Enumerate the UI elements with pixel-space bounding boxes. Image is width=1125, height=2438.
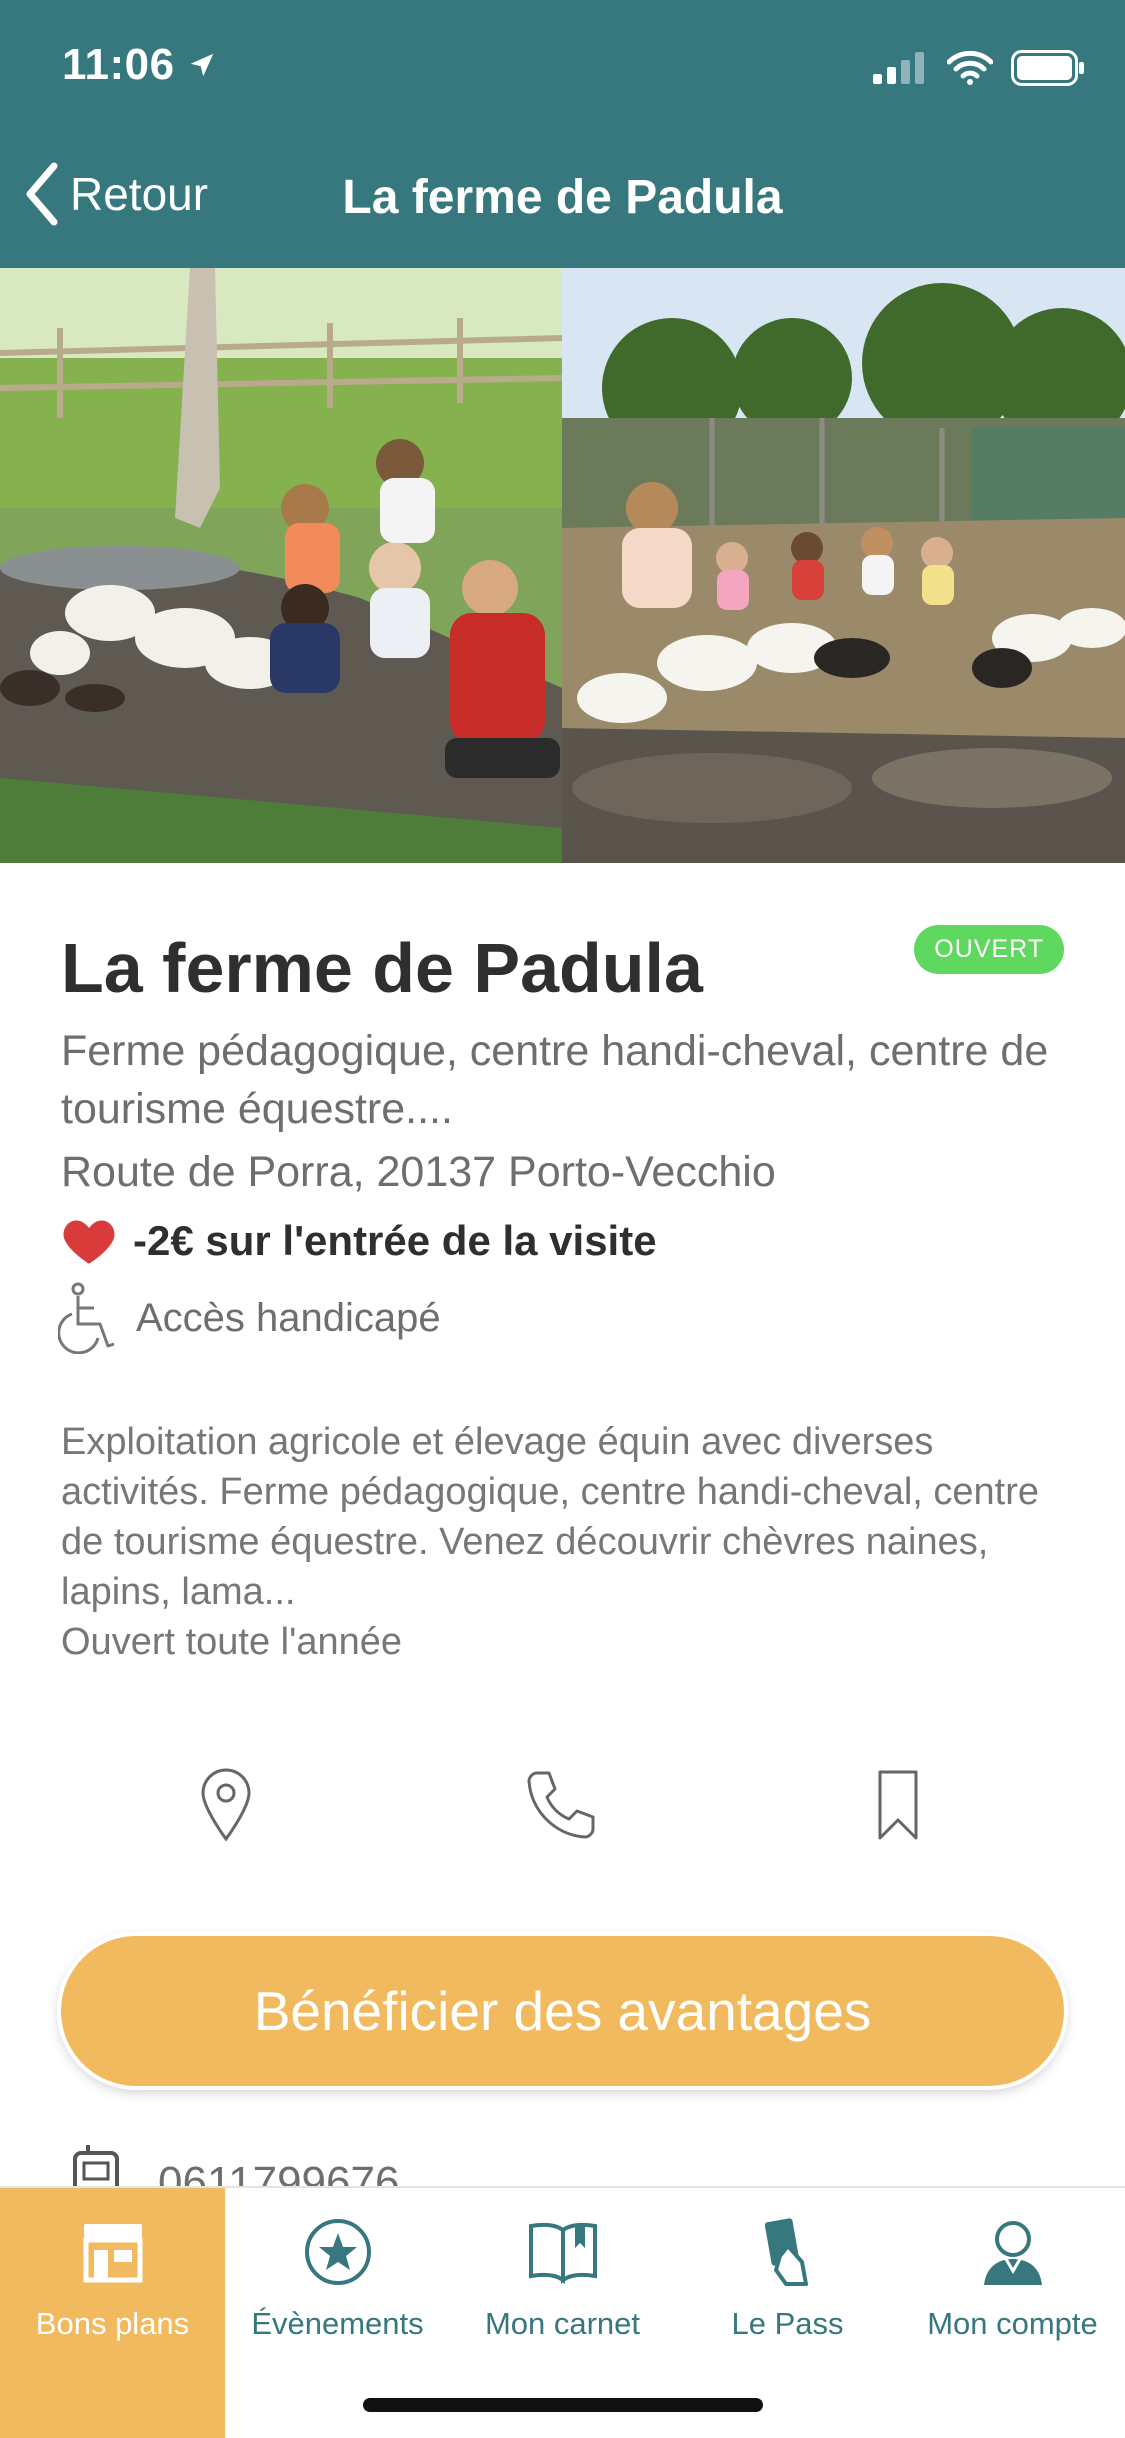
user-icon (983, 2221, 1042, 2285)
map-pin-button[interactable] (176, 1760, 276, 1850)
tab-label: Le Pass (731, 2306, 844, 2341)
open-status-badge: OUVERT (914, 925, 1064, 974)
benefit-button[interactable]: Bénéficier des avantages (61, 1936, 1064, 2086)
heart-icon (63, 1220, 115, 1264)
tab-bons-plans[interactable]: Bons plans (0, 2188, 225, 2438)
farm-photo-right (562, 268, 1125, 863)
wifi-icon (947, 51, 993, 85)
battery-icon (1011, 50, 1084, 86)
status-time: 11:06 (62, 40, 217, 90)
status-icons (873, 50, 1085, 86)
status-time-text: 11:06 (62, 40, 175, 89)
wheelchair-icon (58, 1282, 115, 1354)
description-text: Exploitation agricole et élevage équin a… (61, 1421, 1039, 1613)
offer-text: -2€ sur l'entrée de la visite (133, 1217, 657, 1264)
bookmark-button[interactable] (848, 1760, 948, 1850)
place-name: La ferme de Padula (61, 929, 703, 1007)
tab-label: Mon carnet (484, 2306, 641, 2341)
accessibility-text: Accès handicapé (136, 1295, 441, 1340)
place-address: Route de Porra, 20137 Porto-Vecchio (61, 1148, 776, 1196)
photo-banner[interactable] (0, 268, 1125, 863)
tab-label: Bons plans (35, 2306, 190, 2341)
phone-icon (527, 1771, 595, 1839)
book-icon (528, 2222, 597, 2284)
tab-label: Évènements (251, 2306, 424, 2341)
page-title: La ferme de Padula (342, 171, 783, 224)
bookmark-icon (878, 1770, 918, 1840)
place-description: Exploitation agricole et élevage équin a… (61, 1417, 1071, 1667)
header-bar: 11:06 Retour La ferme de Padula (0, 0, 1125, 268)
signal-icon (873, 52, 924, 84)
accessibility-row: Accès handicapé (58, 1282, 441, 1354)
place-subtitle: Ferme pédagogique, centre handi-cheval, … (61, 1027, 1049, 1133)
star-circle-icon (304, 2219, 371, 2285)
location-arrow-icon (190, 53, 213, 77)
map-pin-icon (201, 1768, 251, 1842)
benefit-button-label: Bénéficier des avantages (253, 1980, 872, 2042)
call-button[interactable] (511, 1760, 611, 1850)
action-icons-row (0, 1760, 1125, 1850)
opening-hours: Ouvert toute l'année (61, 1621, 403, 1663)
tab-mon-compte[interactable]: Mon compte (900, 2188, 1125, 2438)
farm-photo-left (0, 268, 562, 863)
hand-card-icon (764, 2218, 808, 2286)
tab-label: Mon compte (927, 2306, 1098, 2341)
offer-row: -2€ sur l'entrée de la visite (61, 1216, 657, 1266)
home-indicator[interactable] (363, 2398, 763, 2412)
storefront-icon (83, 2224, 142, 2283)
